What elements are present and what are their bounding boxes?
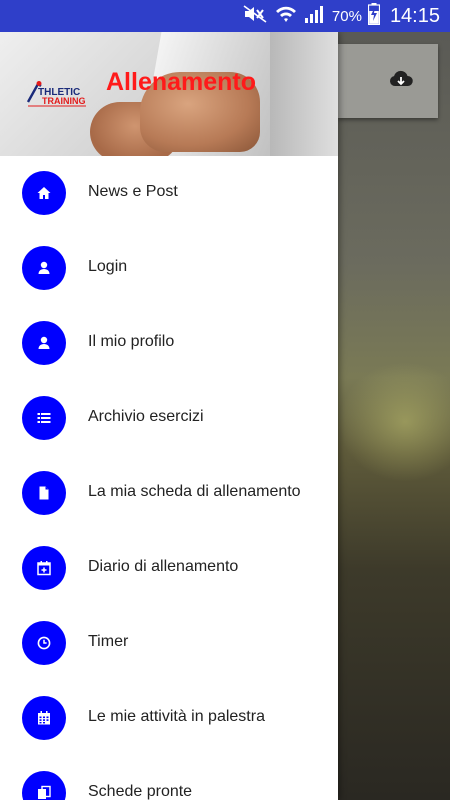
app-logo: THLETIC TRAINING bbox=[24, 80, 90, 114]
home-icon bbox=[22, 171, 66, 215]
cloud-download-icon[interactable] bbox=[388, 70, 414, 90]
menu-item-gym-activities[interactable]: Le mie attività in palestra bbox=[0, 681, 338, 756]
user-icon bbox=[22, 321, 66, 365]
menu-item-news[interactable]: News e Post bbox=[0, 156, 338, 231]
clock-icon bbox=[22, 621, 66, 665]
copy-icon bbox=[22, 771, 66, 800]
menu-item-label: Login bbox=[88, 258, 128, 275]
status-bar: 70% 14:15 bbox=[0, 0, 450, 32]
menu-item-training-sheet[interactable]: La mia scheda di allenamento bbox=[0, 456, 338, 531]
battery-percent: 70% bbox=[331, 7, 362, 25]
menu-item-label: Schede pronte bbox=[88, 783, 193, 800]
drawer-menu: News e Post Login Il mio profilo Archivi… bbox=[0, 156, 338, 800]
menu-item-profile[interactable]: Il mio profilo bbox=[0, 306, 338, 381]
menu-item-label: Il mio profilo bbox=[88, 333, 175, 350]
signal-icon bbox=[304, 4, 326, 29]
menu-item-label: Le mie attività in palestra bbox=[88, 708, 265, 725]
app-title: Allenamento bbox=[106, 68, 257, 96]
drawer-header: THLETIC TRAINING Allenamento bbox=[0, 32, 338, 156]
user-icon bbox=[22, 246, 66, 290]
menu-item-label: La mia scheda di allenamento bbox=[88, 483, 301, 500]
svg-text:TRAINING: TRAINING bbox=[42, 96, 86, 106]
background-image bbox=[338, 362, 450, 482]
menu-item-training-diary[interactable]: Diario di allenamento bbox=[0, 531, 338, 606]
calendar-plus-icon bbox=[22, 546, 66, 590]
menu-item-login[interactable]: Login bbox=[0, 231, 338, 306]
menu-item-exercise-archive[interactable]: Archivio esercizi bbox=[0, 381, 338, 456]
menu-item-ready-sheets[interactable]: Schede pronte bbox=[0, 756, 338, 800]
clock: 14:15 bbox=[389, 4, 440, 27]
menu-item-label: News e Post bbox=[88, 183, 178, 200]
navigation-drawer: THLETIC TRAINING Allenamento News e Post… bbox=[0, 32, 338, 800]
battery-charging-icon bbox=[367, 2, 381, 30]
calendar-grid-icon bbox=[22, 696, 66, 740]
document-icon bbox=[22, 471, 66, 515]
menu-item-timer[interactable]: Timer bbox=[0, 606, 338, 681]
list-icon bbox=[22, 396, 66, 440]
menu-item-label: Timer bbox=[88, 633, 129, 650]
wifi-icon bbox=[274, 4, 298, 29]
menu-item-label: Diario di allenamento bbox=[88, 558, 239, 575]
mute-icon bbox=[242, 4, 268, 29]
menu-item-label: Archivio esercizi bbox=[88, 408, 204, 425]
